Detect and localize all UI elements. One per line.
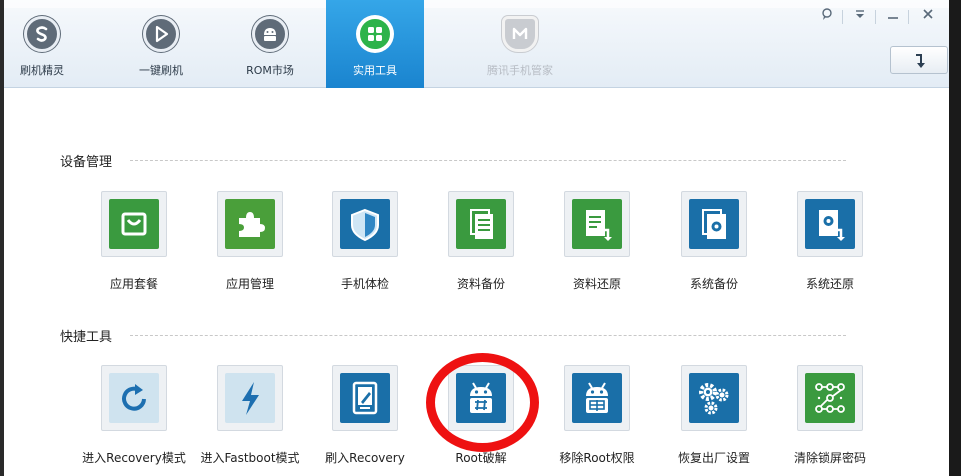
tool-tile xyxy=(217,191,283,257)
control-separator xyxy=(875,10,876,24)
tab-rom-market[interactable]: ROM市场 xyxy=(234,0,306,88)
android-unroot-icon xyxy=(572,373,622,423)
tool-label: 清除锁屏密码 xyxy=(793,451,866,465)
tool-tile xyxy=(101,365,167,431)
tool-tile xyxy=(681,191,747,257)
section-title-quick-tools: 快捷工具 xyxy=(60,330,113,345)
tool-tile xyxy=(448,191,514,257)
tool-tile xyxy=(797,365,863,431)
tool-tile xyxy=(564,191,630,257)
tool-tile xyxy=(217,365,283,431)
app-window: 刷机精灵 一键刷机 ROM市场 实用工具 腾讯手机管家 设备管理 应用套餐 应用… xyxy=(0,0,961,476)
tool-tile xyxy=(681,365,747,431)
feedback-icon[interactable] xyxy=(818,8,836,26)
tab-tencent-manager[interactable]: 腾讯手机管家 xyxy=(470,0,570,88)
document-restore-icon xyxy=(572,199,622,249)
android-icon xyxy=(252,16,288,52)
document-backup-icon xyxy=(456,199,506,249)
menu-dropdown-icon[interactable] xyxy=(851,8,869,26)
top-navigation-bar: 刷机精灵 一键刷机 ROM市场 实用工具 腾讯手机管家 xyxy=(4,0,949,88)
tablet-edit-icon xyxy=(340,373,390,423)
tencent-shield-icon xyxy=(502,16,538,52)
section-divider xyxy=(130,335,846,336)
tab-label: 刷机精灵 xyxy=(20,64,64,77)
system-restore-icon xyxy=(805,199,855,249)
tab-label: ROM市场 xyxy=(246,64,294,77)
tab-label: 腾讯手机管家 xyxy=(487,64,553,77)
tab-shuaji-jingling[interactable]: 刷机精灵 xyxy=(6,0,78,88)
tool-tile xyxy=(564,365,630,431)
tool-label: 系统还原 xyxy=(805,277,854,291)
system-backup-icon xyxy=(689,199,739,249)
shield-check-icon xyxy=(340,199,390,249)
lightning-icon xyxy=(225,373,275,423)
shuaji-logo-icon xyxy=(24,16,60,52)
tool-system-restore[interactable]: 系统还原 xyxy=(770,191,890,309)
tool-clear-lock-password[interactable]: 清除锁屏密码 xyxy=(770,365,890,476)
section-divider xyxy=(130,160,846,161)
app-bundle-icon xyxy=(109,199,159,249)
tool-tile xyxy=(332,191,398,257)
update-button[interactable] xyxy=(890,46,948,74)
window-right-border xyxy=(949,0,961,476)
grid-icon xyxy=(357,16,393,52)
minimize-icon[interactable] xyxy=(884,8,902,26)
arrow-down-right-icon xyxy=(916,54,925,68)
refresh-icon xyxy=(109,373,159,423)
close-icon[interactable] xyxy=(919,8,937,26)
control-separator xyxy=(908,10,909,24)
tab-label: 实用工具 xyxy=(353,64,397,77)
control-separator xyxy=(842,10,843,24)
tool-tile xyxy=(332,365,398,431)
tab-label: 一键刷机 xyxy=(139,64,183,77)
tab-utilities[interactable]: 实用工具 xyxy=(326,0,424,88)
pattern-lock-icon xyxy=(805,373,855,423)
puzzle-icon xyxy=(225,199,275,249)
tool-tile xyxy=(101,191,167,257)
tab-one-click-flash[interactable]: 一键刷机 xyxy=(125,0,197,88)
tool-tile xyxy=(797,191,863,257)
play-icon xyxy=(143,16,179,52)
gears-icon xyxy=(689,373,739,423)
highlight-annotation-circle xyxy=(426,353,539,452)
section-title-device-management: 设备管理 xyxy=(60,155,113,170)
